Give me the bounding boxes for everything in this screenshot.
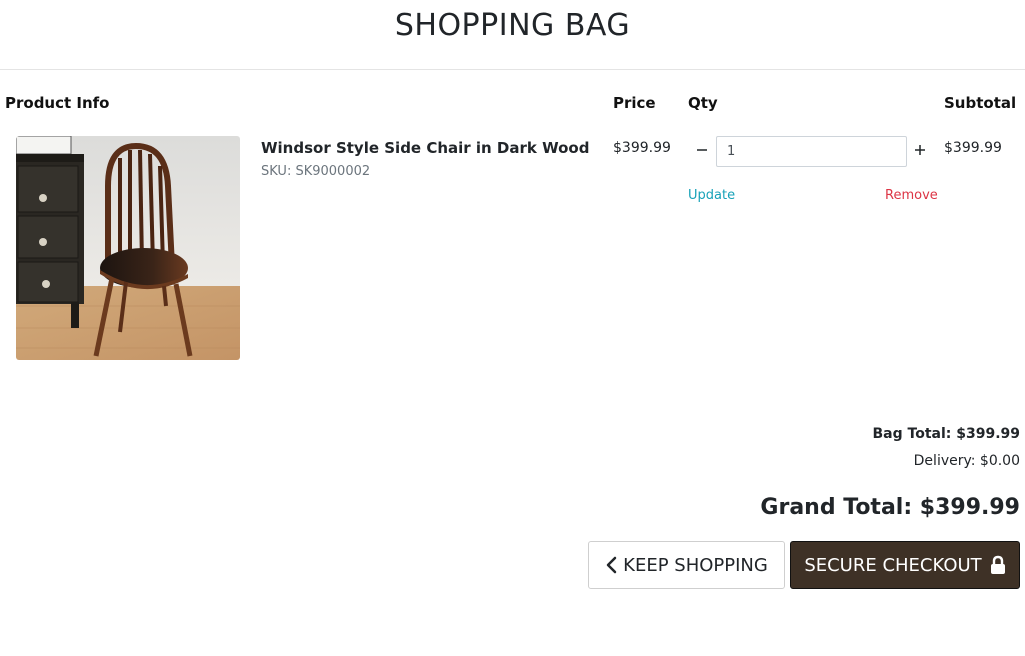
grand-total: Grand Total: $399.99 [760, 495, 1020, 520]
plus-icon [914, 144, 926, 156]
qty-increase-button[interactable] [910, 139, 930, 163]
chevron-left-icon [605, 556, 617, 574]
column-header-price: Price [613, 94, 656, 112]
update-link[interactable]: Update [688, 188, 735, 203]
column-header-subtotal: Subtotal [944, 94, 1017, 112]
keep-shopping-button[interactable]: KEEP SHOPPING [588, 541, 785, 589]
item-price: $399.99 [613, 140, 671, 156]
header-divider [0, 69, 1025, 70]
keep-shopping-label: KEEP SHOPPING [623, 554, 768, 576]
column-header-product: Product Info [5, 94, 110, 112]
minus-icon [696, 144, 708, 156]
bag-total: Bag Total: $399.99 [872, 426, 1021, 442]
secure-checkout-button[interactable]: SECURE CHECKOUT [790, 541, 1020, 589]
remove-link[interactable]: Remove [885, 188, 938, 203]
product-image[interactable] [16, 136, 240, 360]
delivery-cost: Delivery: $0.00 [913, 453, 1020, 469]
column-header-qty: Qty [688, 94, 718, 112]
page-title: SHOPPING BAG [394, 8, 631, 43]
lock-icon [990, 555, 1006, 575]
secure-checkout-label: SECURE CHECKOUT [804, 554, 982, 576]
qty-decrease-button[interactable] [691, 139, 713, 163]
item-subtotal: $399.99 [944, 140, 1002, 156]
product-name[interactable]: Windsor Style Side Chair in Dark Wood [261, 139, 589, 157]
quantity-input[interactable] [716, 136, 907, 167]
product-sku: SKU: SK9000002 [261, 164, 371, 179]
